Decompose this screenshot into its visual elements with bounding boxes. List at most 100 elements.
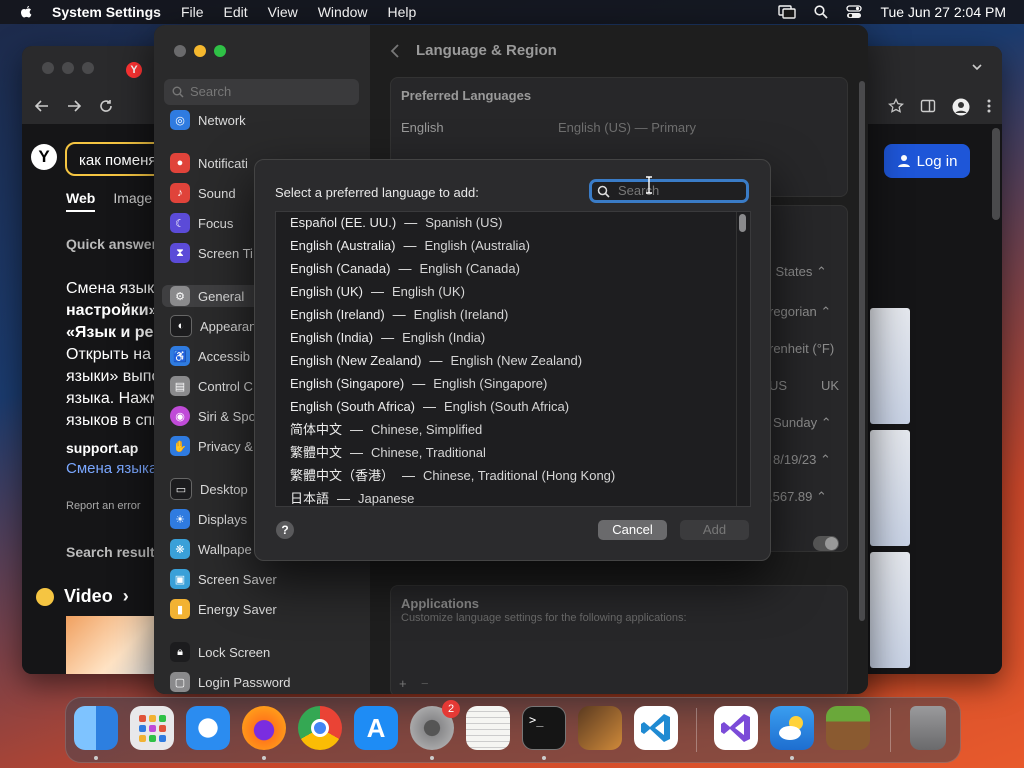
list-item[interactable]: English (Ireland) — English (Ireland) [290,305,508,325]
finder-icon[interactable] [74,706,118,750]
close-window-button[interactable] [174,45,186,57]
language-search-input[interactable]: Search [589,179,749,203]
visual-studio-icon[interactable] [714,706,758,750]
list-item[interactable]: 简体中文 — Chinese, Simplified [290,420,482,440]
sidebar-item-notifications[interactable]: ● Notificati [170,152,248,174]
sidebar-item-screen-saver[interactable]: ▣ Screen Saver [170,568,277,590]
weather-icon[interactable] [770,706,814,750]
forward-arrow-icon[interactable] [66,98,82,114]
measurement-uk-option[interactable]: UK [821,378,839,393]
video-thumbnail[interactable] [66,616,162,674]
browser-traffic-lights[interactable] [42,62,94,74]
back-arrow-icon[interactable] [34,98,50,114]
login-button[interactable]: Log in [884,144,970,178]
list-item[interactable]: English (New Zealand) — English (New Zeala… [290,351,582,371]
sidebar-item-displays[interactable]: ☀ Displays [170,508,247,530]
vscode-icon[interactable] [634,706,678,750]
sidebar-icon[interactable] [920,98,936,114]
list-item[interactable]: 繁體中文 — Chinese, Traditional [290,443,486,463]
tab-web[interactable]: Web [66,190,96,212]
sidebar-item-accessibility[interactable]: ♿ Accessib [170,345,250,367]
report-error-link[interactable]: Report an error [66,500,141,512]
menu-file[interactable]: File [181,4,204,20]
live-text-toggle[interactable] [813,536,839,551]
sidebar-item-appearance[interactable]: ◐ Appearan [170,315,256,337]
system-settings-icon[interactable]: 2 [410,700,460,750]
sidebar-item-login-password[interactable]: ▢ Login Password [170,671,291,693]
bookmark-star-icon[interactable] [888,98,904,114]
profile-icon[interactable] [952,98,970,116]
calendar-value[interactable]: regorian ⌃ [769,304,831,320]
measurement-us-option[interactable]: US [769,378,787,393]
back-chevron-icon[interactable] [390,43,400,58]
garageband-icon[interactable] [578,706,622,750]
sidebar-search-input[interactable]: Search [164,79,359,105]
chevron-down-icon[interactable] [970,60,984,74]
spotlight-search-icon[interactable] [814,5,829,19]
terminal-icon[interactable]: >_ [522,706,566,750]
sidebar-item-screen-time[interactable]: ⧗ Screen Ti [170,242,253,264]
video-section-heading[interactable]: Video › [36,586,129,607]
list-item[interactable]: Español (EE. UU.) — Spanish (US) [290,213,503,233]
list-item[interactable]: English (Singapore) — English (Singapore) [290,374,547,394]
list-item[interactable]: English (Canada) — English (Canada) [290,259,520,279]
sidebar-item-sound[interactable]: ♪ Sound [170,182,236,204]
chrome-icon[interactable] [298,706,342,750]
sidebar-item-focus[interactable]: ☾ Focus [170,212,233,234]
help-button[interactable]: ? [276,521,294,539]
list-scroll-track[interactable] [736,212,748,506]
yandex-tab-favicon-icon[interactable]: Y [126,62,142,78]
browser-scrollbar[interactable] [992,128,1000,220]
more-menu-icon[interactable] [986,98,992,114]
sidebar-item-energy-saver[interactable]: ▮ Energy Saver [170,598,277,620]
cancel-button[interactable]: Cancel [598,520,667,540]
trash-icon[interactable] [910,706,946,750]
yandex-logo-icon[interactable]: Y [31,144,57,170]
number-format-value[interactable]: ,567.89 ⌃ [769,489,827,505]
menu-window[interactable]: Window [318,4,368,20]
minimize-window-button[interactable] [194,45,206,57]
list-item[interactable]: 日本語 — Japanese [290,489,414,506]
launchpad-icon[interactable] [130,706,174,750]
apple-menu-icon[interactable] [18,4,34,20]
list-item[interactable]: English (India) — English (India) [290,328,485,348]
sidebar-item-control-center[interactable]: ▤ Control C [170,375,253,397]
date-format-value[interactable]: 8/19/23 ⌃ [773,452,831,468]
content-scrollbar[interactable] [859,81,865,621]
list-item[interactable]: English (UK) — English (UK) [290,282,465,302]
temperature-value[interactable]: renheit (°F) [769,341,834,356]
menu-help[interactable]: Help [388,4,417,20]
list-scrollbar-thumb[interactable] [739,214,746,232]
remove-app-button[interactable]: − [421,676,429,691]
list-item[interactable]: 繁體中文（香港） — Chinese, Traditional (Hong Kong… [290,466,615,486]
safari-icon[interactable] [186,706,230,750]
first-day-value[interactable]: Sunday ⌃ [773,415,832,431]
reload-icon[interactable] [98,98,114,114]
list-item[interactable]: English (South Africa) — English (South Af… [290,397,569,417]
image-result[interactable] [870,308,910,424]
add-app-button[interactable]: + [399,676,407,691]
app-store-icon[interactable]: A [354,706,398,750]
image-result[interactable] [870,552,910,668]
menu-view[interactable]: View [268,4,298,20]
sidebar-item-privacy[interactable]: ✋ Privacy & [170,435,253,457]
control-center-icon[interactable] [846,5,863,19]
zoom-window-button[interactable] [214,45,226,57]
preferred-language-name[interactable]: English [401,120,444,135]
sidebar-item-siri[interactable]: ◉ Siri & Spo [170,405,256,427]
language-list[interactable]: Español (EE. UU.) — Spanish (US) English (… [275,211,751,507]
answer-link[interactable]: Смена языка [66,460,157,477]
sidebar-item-wallpaper[interactable]: ❋ Wallpape [170,538,252,560]
add-button[interactable]: Add [680,520,749,540]
textedit-icon[interactable] [466,706,510,750]
sidebar-item-lock-screen[interactable]: 🔒︎ Lock Screen [170,641,270,663]
list-item[interactable]: English (Australia) — English (Australia) [290,236,530,256]
answer-source[interactable]: support.ap [66,440,138,456]
image-result[interactable] [870,430,910,546]
firefox-icon[interactable] [242,706,286,750]
tab-images[interactable]: Image [113,190,152,212]
sidebar-item-desktop-dock[interactable]: ▭ Desktop [170,478,248,500]
menu-edit[interactable]: Edit [224,4,248,20]
sidebar-item-network[interactable]: ◎ Network [170,109,246,131]
menu-app-name[interactable]: System Settings [52,4,161,20]
